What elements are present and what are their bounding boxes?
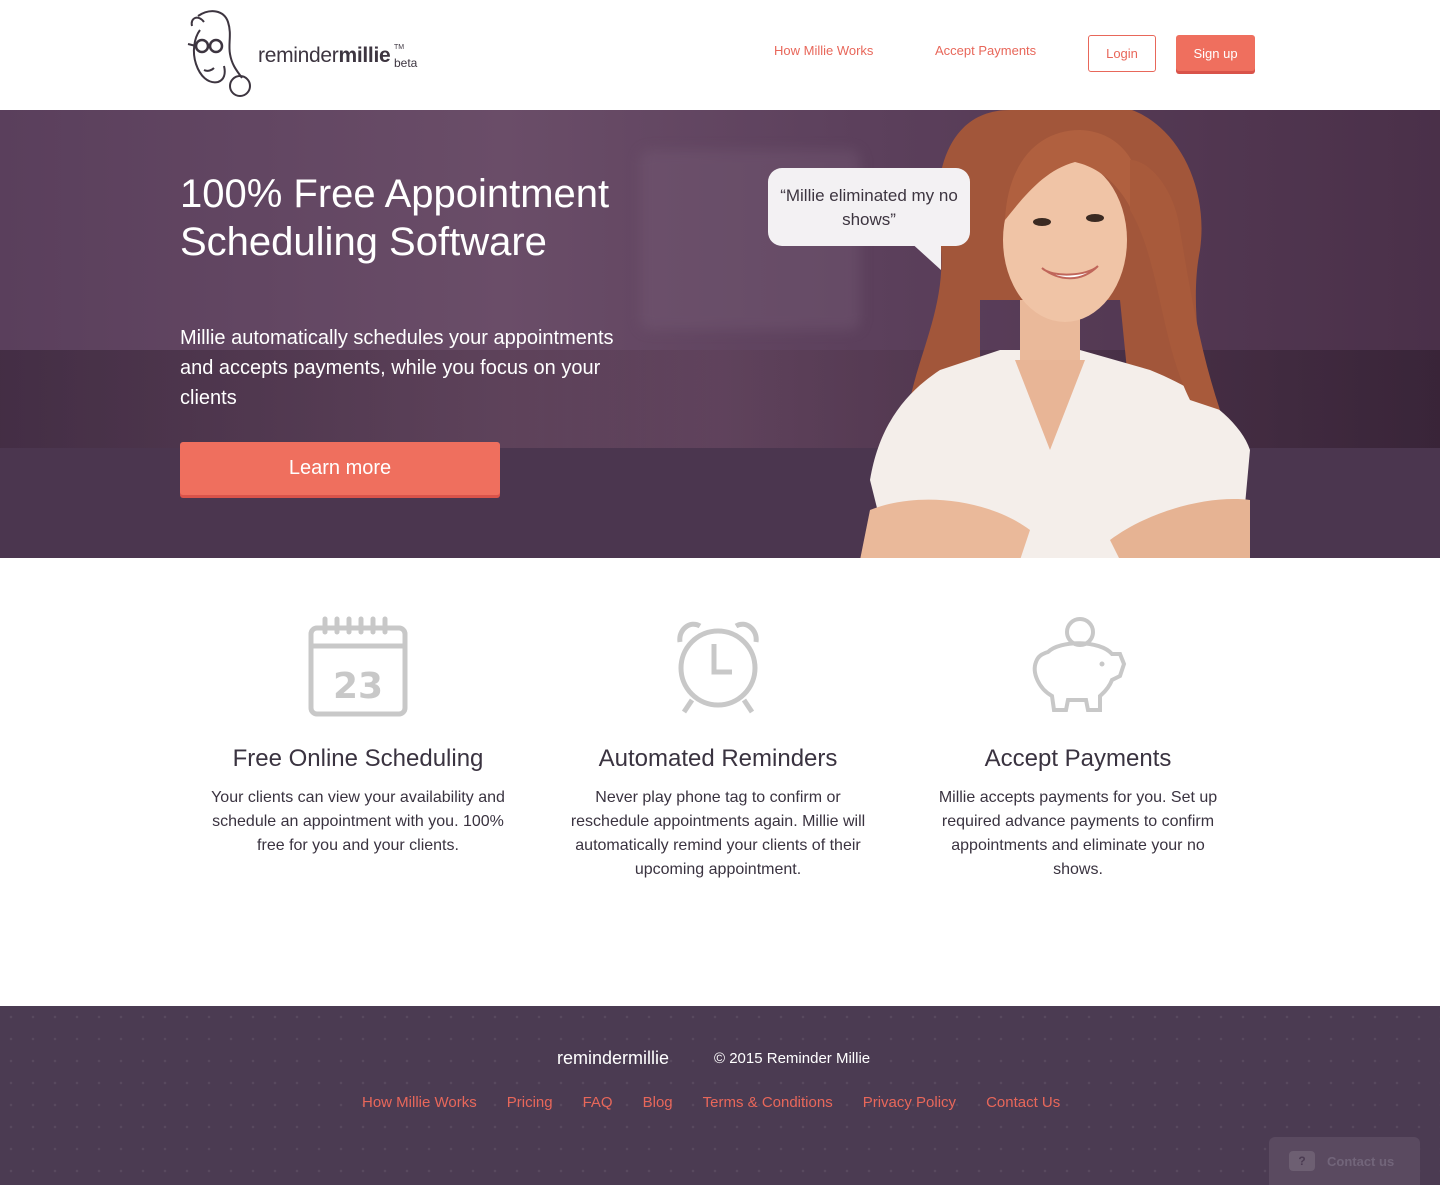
footer-link-terms[interactable]: Terms & Conditions	[703, 1094, 833, 1111]
login-button[interactable]: Login	[1088, 35, 1156, 72]
footer-link-contact[interactable]: Contact Us	[986, 1094, 1060, 1111]
footer-link-privacy[interactable]: Privacy Policy	[863, 1094, 956, 1111]
nav-accept-payments[interactable]: Accept Payments	[935, 43, 1036, 58]
signup-button[interactable]: Sign up	[1176, 35, 1255, 71]
logo-beta-label: beta	[394, 56, 418, 70]
calendar-icon-number: 23	[333, 666, 383, 707]
footer-link-faq[interactable]: FAQ	[583, 1094, 613, 1111]
learn-more-button[interactable]: Learn more	[180, 442, 500, 495]
hero-subtitle: Millie automatically schedules your appo…	[180, 327, 614, 409]
feature-title: Automated Reminders	[598, 745, 838, 772]
hero-section: 100% Free Appointment Scheduling Softwar…	[0, 110, 1440, 558]
calendar-icon: 23	[308, 616, 408, 717]
contact-us-label: Contact us	[1327, 1153, 1395, 1169]
site-header: remindermillie TM beta How Millie Works …	[0, 0, 1440, 110]
feature-title: Free Online Scheduling	[232, 745, 484, 772]
logo-trademark: TM	[394, 44, 405, 51]
testimonial-speech-bubble: “Millie eliminated my no shows”	[768, 168, 970, 246]
speech-bubble-tail	[908, 240, 941, 270]
footer-links: How Millie Works Pricing FAQ Blog Terms …	[362, 1094, 1060, 1111]
hero-title: 100% Free Appointment Scheduling Softwar…	[180, 172, 610, 264]
logo[interactable]: remindermillie TM beta	[180, 8, 430, 102]
feature-description: Never play phone tag to confirm or resch…	[570, 789, 866, 878]
footer-copyright: © 2015 Reminder Millie	[714, 1050, 871, 1067]
footer-link-blog[interactable]: Blog	[643, 1094, 673, 1111]
site-footer: remindermillie © 2015 Reminder Millie Ho…	[0, 1006, 1440, 1185]
millie-face-logo-icon	[187, 10, 251, 97]
feature-description: Your clients can view your availability …	[211, 789, 505, 854]
feature-description: Millie accepts payments for you. Set up …	[938, 789, 1218, 878]
footer-brand[interactable]: remindermillie	[557, 1048, 669, 1069]
features-section: 23 Free Online Scheduling Your clients c…	[0, 558, 1440, 1006]
footer-link-pricing[interactable]: Pricing	[507, 1094, 553, 1111]
piggy-bank-icon	[1032, 617, 1127, 712]
feature-title: Accept Payments	[984, 745, 1172, 772]
nav-how-millie-works[interactable]: How Millie Works	[774, 43, 873, 58]
chat-icon: ?	[1289, 1151, 1315, 1171]
contact-us-widget[interactable]: ? Contact us	[1269, 1137, 1420, 1185]
alarm-clock-icon	[677, 621, 759, 714]
footer-link-how-millie-works[interactable]: How Millie Works	[362, 1094, 477, 1111]
logo-wordmark: remindermillie	[258, 44, 391, 67]
